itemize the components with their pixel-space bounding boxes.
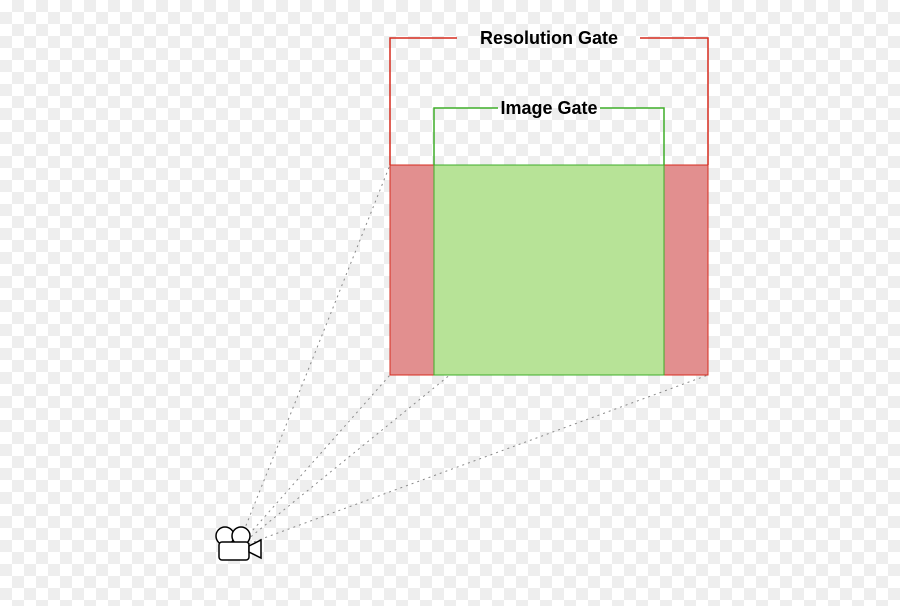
camera-icon bbox=[216, 527, 261, 560]
image-gate-label: Image Gate bbox=[500, 98, 597, 118]
resolution-gate-label: Resolution Gate bbox=[480, 28, 618, 48]
image-gate-area bbox=[434, 165, 664, 375]
